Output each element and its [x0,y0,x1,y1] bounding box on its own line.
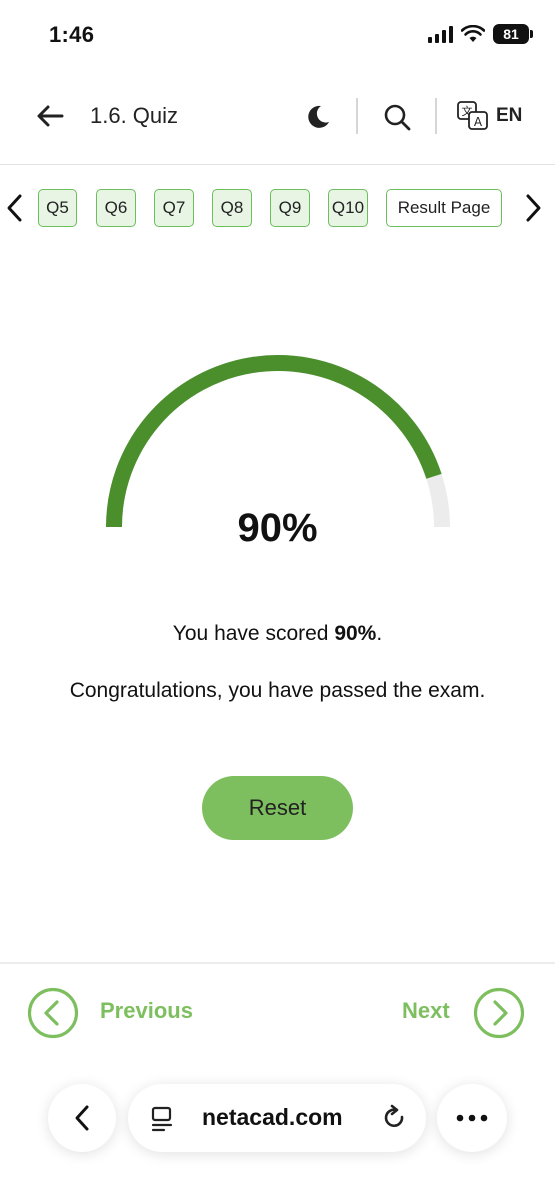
gauge-track [106,355,450,528]
score-value: 90% [334,622,377,645]
question-button-q8[interactable]: Q8 [212,189,252,227]
svg-text:A: A [474,115,483,129]
reload-icon[interactable] [382,1104,408,1132]
cellular-signal-icon [428,25,453,43]
battery-icon: 81 [493,24,533,44]
question-button-q7[interactable]: Q7 [154,189,194,227]
question-button-q9[interactable]: Q9 [270,189,310,227]
previous-button[interactable]: Previous [100,998,193,1024]
status-icons: 81 [428,24,533,44]
translate-icon[interactable]: 文 A [457,101,489,131]
address-bar[interactable]: netacad.com [128,1084,426,1152]
page-title: 1.6. Quiz [90,103,179,128]
browser-back-button[interactable] [48,1084,116,1152]
question-button-q10[interactable]: Q10 [328,189,368,227]
gauge-fill [106,355,442,528]
score-percentage: 90% [237,506,318,550]
score-prefix: You have scored [172,622,335,645]
footer-divider [0,962,555,964]
pass-message: Congratulations, you have passed the exa… [69,679,486,702]
dark-mode-moon-icon[interactable] [304,103,332,131]
page-menu-icon[interactable] [150,1106,174,1132]
ellipsis-icon [456,1114,488,1122]
next-circle-icon[interactable] [473,987,525,1039]
reset-button[interactable]: Reset [202,776,353,840]
score-suffix: . [376,622,383,645]
question-button-q6[interactable]: Q6 [96,189,136,227]
result-page-button[interactable]: Result Page [386,189,502,227]
previous-circle-icon[interactable] [27,987,79,1039]
question-nav: Q5 Q6 Q7 Q8 Q9 Q10 Result Page [0,185,555,231]
score-text: You have scored 90%. [0,622,555,646]
more-options-button[interactable] [437,1084,507,1152]
header-divider [356,98,358,134]
back-arrow-icon[interactable] [34,100,66,132]
chevron-left-icon [75,1105,89,1131]
chevron-right-icon[interactable] [522,193,544,223]
wifi-icon [461,25,485,42]
header-divider [435,98,437,134]
app-header: 1.6. Quiz 文 A EN [0,70,555,165]
status-time: 1:46 [49,22,95,47]
status-bar: 1:46 81 [0,0,555,70]
search-icon[interactable] [383,103,411,131]
question-button-q5[interactable]: Q5 [38,189,77,227]
url-text[interactable]: netacad.com [202,1104,343,1131]
next-button[interactable]: Next [402,998,450,1024]
language-label[interactable]: EN [496,105,522,127]
chevron-left-icon[interactable] [4,193,26,223]
